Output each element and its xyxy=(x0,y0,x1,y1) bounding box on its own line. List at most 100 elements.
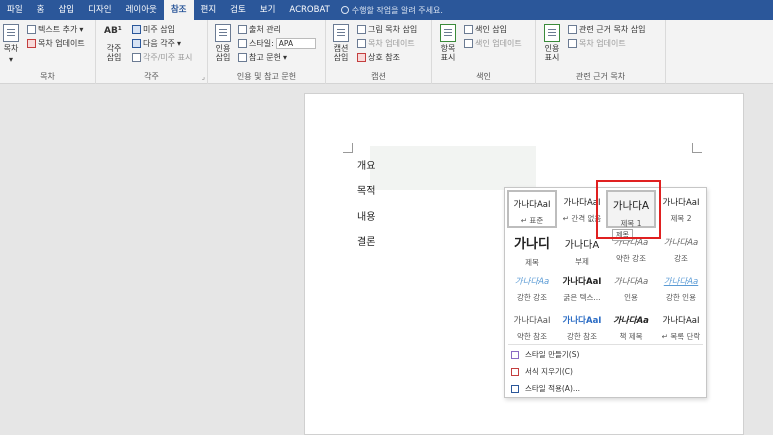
style-sample: 가나다AaI xyxy=(662,316,700,326)
create-style-icon xyxy=(511,350,519,359)
tell-me-box[interactable]: 수행할 작업을 알려 주세요. xyxy=(340,5,443,16)
style-name: 약한 강조 xyxy=(616,254,646,263)
paragraph-overview[interactable]: 개요 xyxy=(357,157,375,172)
clear-formatting-menu-item[interactable]: 서식 지우기(C) xyxy=(511,366,573,377)
manage-sources-button[interactable]: 출처 관리 xyxy=(238,24,281,35)
show-notes-label: 각주/미주 표시 xyxy=(143,53,193,62)
style-quote[interactable]: 가나다Aa 인용 xyxy=(606,269,656,307)
style-name: 제목 xyxy=(525,258,539,267)
gallery-divider xyxy=(508,344,703,345)
mark-entry-button[interactable]: 항목 표시 xyxy=(438,24,458,62)
style-name: ↵ 목록 단락 xyxy=(661,332,701,341)
paragraph-purpose[interactable]: 목적 xyxy=(357,182,375,197)
style-name: 부제 xyxy=(575,257,589,266)
clear-formatting-icon xyxy=(511,367,519,376)
create-style-label: 스타일 만들기(S) xyxy=(525,350,580,359)
insert-footnote-button[interactable]: 각주 삽입 xyxy=(104,44,124,62)
update-toa-label: 목차 업데이트 xyxy=(579,39,626,48)
manage-sources-label: 출처 관리 xyxy=(249,25,281,34)
group-label-toa: 관련 근거 목차 xyxy=(575,72,626,81)
toc-button[interactable]: 목차 ▾ xyxy=(3,24,19,64)
create-style-menu-item[interactable]: 스타일 만들기(S) xyxy=(511,349,579,360)
tab-references[interactable]: 참조 xyxy=(163,0,194,20)
style-selector[interactable]: 스타일: APA xyxy=(238,38,316,49)
style-list-paragraph[interactable]: 가나다AaI ↵ 목록 단락 xyxy=(656,308,706,346)
tab-view[interactable]: 보기 xyxy=(253,0,283,20)
tell-me-text: 수행할 작업을 알려 주세요. xyxy=(351,5,443,15)
tab-insert[interactable]: 삽입 xyxy=(51,0,81,20)
group-citations: 인용 삽입 출처 관리 스타일: APA 참고 문헌 ▾ 인용 및 참고 문헌 xyxy=(208,20,326,84)
insert-index-button[interactable]: 색인 삽입 xyxy=(464,24,507,35)
insert-citation-button[interactable]: 인용 삽입 xyxy=(212,24,234,62)
lightbulb-icon xyxy=(340,6,349,14)
paragraph-conclusion[interactable]: 결론 xyxy=(357,233,375,248)
add-text-button[interactable]: 텍스트 추가 ▾ xyxy=(27,24,83,35)
style-sample: 가나다AaI xyxy=(513,316,551,326)
update-toa-button[interactable]: 목차 업데이트 xyxy=(568,38,626,49)
style-intense-emphasis[interactable]: 가나다Aa 강한 강조 xyxy=(507,269,557,307)
add-text-label: 텍스트 추가 xyxy=(38,25,78,34)
style-sample: 가나다AaI xyxy=(562,316,602,326)
insert-index-icon xyxy=(464,25,473,34)
insert-table-of-figures-button[interactable]: 그림 목차 삽입 xyxy=(357,24,417,35)
style-intense-quote[interactable]: 가나다Aa 강한 인용 xyxy=(656,269,706,307)
next-footnote-label: 다음 각주 xyxy=(143,39,175,48)
insert-tof-label: 그림 목차 삽입 xyxy=(368,25,418,34)
group-toc: 목차 ▾ 텍스트 추가 ▾ 목차 업데이트 목차 xyxy=(0,20,96,84)
style-sample: 가나다Aa xyxy=(663,277,699,287)
tab-review[interactable]: 검토 xyxy=(223,0,253,20)
clear-formatting-label: 서식 지우기(C) xyxy=(525,367,573,376)
style-normal[interactable]: 가나다AaI ↵ 표준 xyxy=(507,190,557,228)
table-of-figures-icon xyxy=(357,25,366,34)
style-book-title[interactable]: 가나다Aa 책 제목 xyxy=(606,308,656,346)
update-table-label: 목차 업데이트 xyxy=(368,39,415,48)
tab-design[interactable]: 디자인 xyxy=(81,0,118,20)
style-dropdown[interactable]: APA xyxy=(275,38,316,49)
update-index-button[interactable]: 색인 업데이트 xyxy=(464,38,522,49)
apply-styles-menu-item[interactable]: 스타일 적용(A)... xyxy=(511,383,580,394)
cross-reference-button[interactable]: 상호 참조 xyxy=(357,52,400,63)
tab-layout[interactable]: 레이아웃 xyxy=(119,0,164,20)
ribbon-tab-bar: 파일 홈 삽입 디자인 레이아웃 참조 편지 검토 보기 ACROBAT 수행할… xyxy=(0,0,773,20)
mark-entry-label: 항목 표시 xyxy=(440,44,456,62)
style-title[interactable]: 가나디 제목 xyxy=(507,230,557,268)
mark-citation-button[interactable]: 인용 표시 xyxy=(542,24,562,62)
update-table-icon xyxy=(27,39,36,48)
dropdown-arrow-icon: ▾ xyxy=(8,55,13,64)
update-toc-button[interactable]: 목차 업데이트 xyxy=(27,38,85,49)
style-strong[interactable]: 가나다AaI 굵은 텍스... xyxy=(557,269,607,307)
mark-entry-icon xyxy=(440,24,456,42)
style-sample: 가나다Aa xyxy=(514,277,550,287)
dialog-launcher-icon[interactable]: ⌟ xyxy=(202,73,205,81)
tab-home[interactable]: 홈 xyxy=(30,0,52,20)
insert-citation-label: 인용 삽입 xyxy=(215,44,231,62)
insert-endnote-button[interactable]: 미주 삽입 xyxy=(132,24,175,35)
selection-shading xyxy=(370,146,536,190)
style-intense-reference[interactable]: 가나다AaI 강한 참조 xyxy=(557,308,607,346)
style-name: 강한 인용 xyxy=(666,293,696,302)
insert-caption-label: 캡션 삽입 xyxy=(333,44,349,62)
style-emphasis[interactable]: 가나다Aa 강조 xyxy=(656,230,706,268)
tab-file[interactable]: 파일 xyxy=(0,0,30,20)
tab-mailings[interactable]: 편지 xyxy=(194,0,224,20)
style-heading-2[interactable]: 가나다AaI 제목 2 xyxy=(656,190,706,228)
crop-mark-top-left xyxy=(343,143,353,153)
next-footnote-button[interactable]: 다음 각주 ▾ xyxy=(132,38,181,49)
update-table-button[interactable]: 목차 업데이트 xyxy=(357,38,415,49)
style-subtle-reference[interactable]: 가나다AaI 약한 참조 xyxy=(507,308,557,346)
group-index: 항목 표시 색인 삽입 색인 업데이트 색인 xyxy=(432,20,536,84)
bibliography-button[interactable]: 참고 문헌 ▾ xyxy=(238,52,287,63)
group-footnotes: AB¹ 각주 삽입 미주 삽입 다음 각주 ▾ 각주/미주 표시 각주 ⌟ xyxy=(96,20,208,84)
add-text-icon xyxy=(27,25,36,34)
insert-toa-button[interactable]: 관련 근거 목차 삽입 xyxy=(568,24,646,35)
tab-acrobat[interactable]: ACROBAT xyxy=(282,0,336,20)
show-notes-button[interactable]: 각주/미주 표시 xyxy=(132,52,192,63)
style-sample: 가나디 xyxy=(514,237,550,252)
style-sample: 가나다Aa xyxy=(613,277,649,287)
next-footnote-icon xyxy=(132,39,141,48)
paragraph-content[interactable]: 내용 xyxy=(357,208,375,223)
show-notes-icon xyxy=(132,53,141,62)
style-name: 굵은 텍스... xyxy=(563,293,601,302)
style-sample: 가나다AaI xyxy=(662,198,700,208)
insert-caption-button[interactable]: 캡션 삽입 xyxy=(331,24,351,62)
